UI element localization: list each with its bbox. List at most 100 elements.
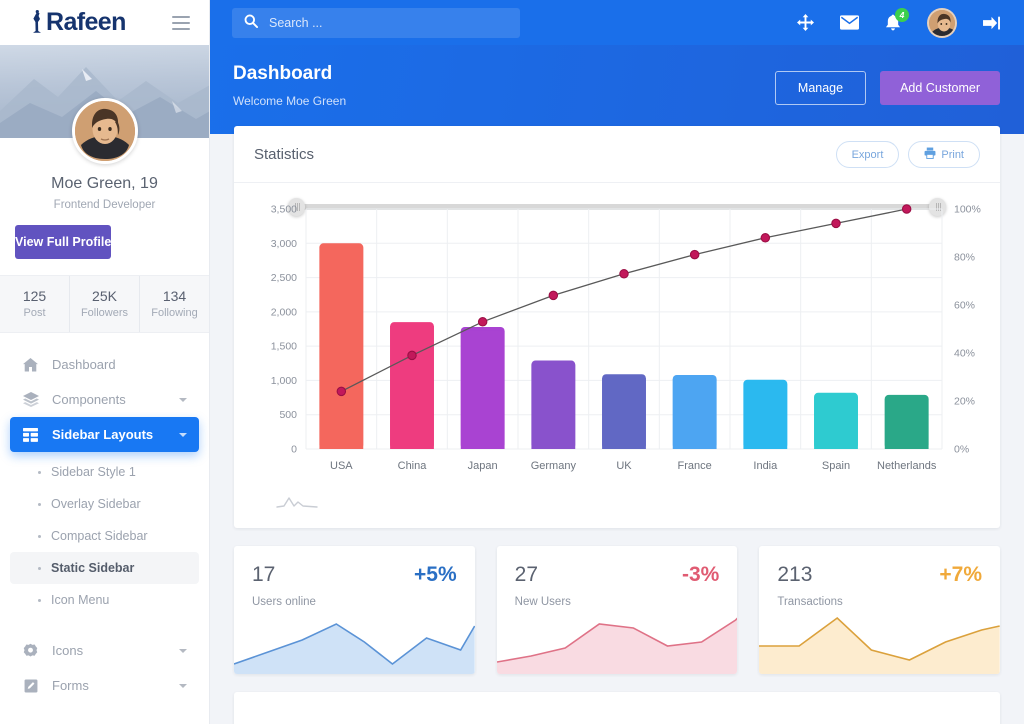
sidebar-item-label: Components [52,392,126,407]
mini-card-header: 17 Users online +5% [234,546,475,608]
stat-label: Followers [80,307,129,319]
main-area: 4 [210,0,1024,724]
mail-icon[interactable] [840,15,859,30]
sidebar-subitem-label: Sidebar Style 1 [51,465,136,479]
manage-button[interactable]: Manage [774,71,867,105]
mini-card-label: Transactions [777,596,843,608]
svg-text:3,000: 3,000 [271,238,297,250]
profile-role: Frontend Developer [53,199,156,211]
view-full-profile-button[interactable]: View Full Profile [15,225,112,259]
bell-icon[interactable]: 4 [885,8,909,31]
sidebar-item-label: Icons [52,643,84,658]
sidebar-item-components[interactable]: Components [10,382,199,417]
sidebar-subitem-static-sidebar[interactable]: Static Sidebar [10,552,199,584]
svg-text:1,500: 1,500 [271,341,297,353]
svg-text:Japan: Japan [468,460,498,472]
mini-card-users-online: 17 Users online +5% [234,546,475,674]
gear-icon [22,643,39,658]
mini-card-header: 27 New Users -3% [497,546,738,608]
chevron-down-icon [179,648,187,653]
mini-card-text: 213 Transactions [777,563,842,608]
sidebar-item-sidebar-layouts[interactable]: Sidebar Layouts [10,417,199,452]
svg-text:100%: 100% [954,204,981,216]
mini-card-transactions: 213 Transactions +7% [759,546,1001,674]
profile-stats: 125 Post 25K Followers 134 Following [0,275,209,333]
content-area: Statistics Export Print 0 500 1,000 1,50… [210,126,1024,724]
svg-text:40%: 40% [954,348,975,360]
statistics-chart: 0 500 1,000 1,500 2,000 2,500 3,000 3,500 0% 20% 4… [234,183,1000,528]
export-label: Export [851,148,884,161]
sidebar-subitem-compact-sidebar[interactable]: Compact Sidebar [10,520,199,552]
home-icon [22,357,39,372]
bullet-icon [38,598,41,602]
stat-value: 125 [22,288,47,304]
svg-text:2,000: 2,000 [271,306,297,318]
mini-card-sparkline [496,612,738,674]
svg-text:3,500: 3,500 [271,204,297,216]
sidebar-nav: Dashboard Components Sidebar Layouts Sid… [0,333,209,703]
chevron-down-icon [179,683,187,688]
sidebar-item-icons[interactable]: Icons [10,633,199,668]
svg-text:60%: 60% [954,300,975,312]
brand-row: Rafeen [0,0,209,45]
sidebar: Rafeen Moe Green, 19 Frontend Developer … [0,0,210,724]
brand-name: Rafeen [46,8,126,36]
sidebar-subitem-icon-menu[interactable]: Icon Menu [10,584,199,616]
svg-text:Netherlands: Netherlands [877,460,937,472]
sidebar-item-forms[interactable]: Forms [10,668,199,703]
add-customer-button[interactable]: Add Customer [880,71,1000,105]
svg-text:China: China [398,460,428,472]
sidebar-item-dashboard[interactable]: Dashboard [10,347,199,382]
mini-card-sparkline [759,612,1001,674]
mini-card-change: +7% [939,563,983,586]
logout-icon[interactable] [983,15,1000,31]
mini-card-value: 17 [252,563,276,586]
mini-card-label: New Users [514,596,571,608]
stat-value: 134 [162,288,187,304]
stat-value: 25K [92,288,117,304]
notification-badge: 4 [895,8,909,22]
export-button[interactable]: Export [835,141,900,168]
print-button[interactable]: Print [908,141,980,168]
stat-post: 125 Post [0,276,69,332]
sidebar-submenu: Sidebar Style 1 Overlay Sidebar Compact … [10,452,199,620]
page-title: Dashboard [233,63,333,84]
chevron-down-icon [179,397,187,402]
chevron-down-icon [179,432,187,437]
svg-text:UK: UK [616,460,632,472]
mini-card-header: 213 Transactions +7% [759,546,1000,608]
stat-following: 134 Following [139,276,209,332]
brand-logo[interactable]: Rafeen [30,8,126,36]
svg-text:500: 500 [279,409,297,421]
search-icon [244,14,258,31]
avatar[interactable] [927,7,957,38]
sidebar-item-label: Dashboard [52,357,116,372]
svg-text:Germany: Germany [531,460,577,472]
print-label: Print [941,148,964,161]
sparkline-toggle-icon[interactable] [248,491,986,522]
hamburger-icon[interactable] [169,13,193,33]
statistics-card-header: Statistics Export Print [234,126,1000,183]
printer-icon [924,147,936,162]
statistics-tools: Export Print [835,141,980,168]
mini-card-sparkline [234,612,475,674]
bullet-icon [38,470,41,474]
avatar [71,98,138,164]
search-input[interactable] [269,15,508,30]
sidebar-subitem-sidebar-style-1[interactable]: Sidebar Style 1 [10,456,199,488]
svg-text:2,500: 2,500 [271,272,297,284]
topbar: 4 [210,0,1024,45]
mini-card-text: 27 New Users [515,563,571,608]
svg-text:1,000: 1,000 [271,375,297,387]
sidebar-subitem-overlay-sidebar[interactable]: Overlay Sidebar [10,488,199,520]
grid-icon [22,427,39,442]
bullet-icon [38,502,41,506]
mini-card-change: -3% [681,563,720,586]
svg-text:20%: 20% [954,396,975,408]
search-box[interactable] [232,7,520,38]
svg-text:India: India [753,460,778,472]
logo-mark-icon [30,9,45,36]
statistics-title: Statistics [254,146,315,163]
stat-followers: 25K Followers [69,276,139,332]
move-icon[interactable] [797,14,814,31]
